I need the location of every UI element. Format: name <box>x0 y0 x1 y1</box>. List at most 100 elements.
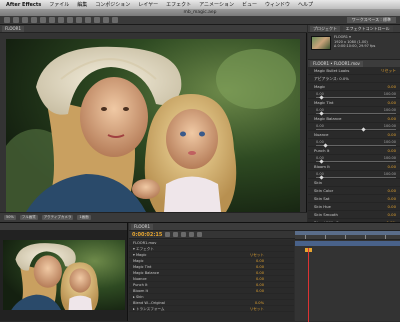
menu-edit[interactable]: 編集 <box>73 1 91 8</box>
selection-tool-icon[interactable] <box>4 17 10 23</box>
pan-behind-tool-icon[interactable] <box>49 17 55 23</box>
hand-tool-icon[interactable] <box>13 17 19 23</box>
menu-layer[interactable]: レイヤー <box>134 1 162 8</box>
fx-param-value[interactable] <box>396 75 400 82</box>
graph-editor-icon[interactable] <box>197 232 203 237</box>
workspace-select[interactable]: ワークスペース : 標準 <box>346 17 396 23</box>
fx-param-row[interactable]: Magic Balance 0.00 <box>308 115 400 123</box>
fx-param-value[interactable]: 0.00 <box>388 131 400 138</box>
tab-timeline-floor1[interactable]: FLOOR1 <box>131 224 154 230</box>
slider-track[interactable] <box>316 145 396 146</box>
eraser-tool-icon[interactable] <box>103 17 109 23</box>
timeline-row-value[interactable] <box>264 246 294 251</box>
puppet-tool-icon[interactable] <box>112 17 118 23</box>
timeline-row-value[interactable]: 0.00 <box>256 282 294 287</box>
time-ruler[interactable] <box>295 231 400 240</box>
slider-track[interactable] <box>316 129 396 130</box>
timeline-row[interactable]: ▸ トランスフォーム リセット <box>129 306 294 312</box>
slider-track[interactable] <box>316 177 396 178</box>
menu-view[interactable]: ビュー <box>238 1 261 8</box>
fx-param-row[interactable]: Nuance 0.00 <box>308 131 400 139</box>
comp-viewer[interactable] <box>6 39 300 212</box>
slider-track[interactable] <box>316 161 396 162</box>
draft-3d-icon[interactable] <box>181 232 187 237</box>
preview-thumbnail <box>3 240 125 310</box>
timeline-row-name: Magic <box>133 259 144 263</box>
fx-param-row[interactable]: Bloom It 0.00 <box>308 163 400 171</box>
menu-effect[interactable]: エフェクト <box>162 1 195 8</box>
comp-footer: 50% フル画質 アクティブカメラ 1画面 <box>0 212 307 222</box>
fx-param-value[interactable]: 0.00 <box>388 211 400 218</box>
comp-panel-header: FLOOR1 <box>0 25 307 33</box>
resolution-select[interactable]: フル画質 <box>19 215 38 220</box>
fx-slider-row: 0.00 100.00 <box>308 91 400 100</box>
fx-param-row[interactable]: Punch It 0.00 <box>308 147 400 155</box>
preview-image <box>3 240 125 310</box>
timeline-track-area[interactable] <box>295 240 400 321</box>
fx-param-value[interactable] <box>396 179 400 186</box>
timeline-row-value[interactable]: 0.00 <box>256 270 294 275</box>
search-icon[interactable] <box>165 232 171 237</box>
timeline-row-value[interactable] <box>264 294 294 299</box>
pen-tool-icon[interactable] <box>67 17 73 23</box>
timeline-row-value[interactable]: 0.00 <box>256 288 294 293</box>
fx-param-value[interactable]: 0.00 <box>388 195 400 202</box>
fx-param-row[interactable]: Skin <box>308 179 400 187</box>
stamp-tool-icon[interactable] <box>94 17 100 23</box>
magnification-select[interactable]: 50% <box>4 215 16 220</box>
slider-max-label: 100.00 <box>383 92 396 96</box>
fx-param-value[interactable]: 0.00 <box>388 99 400 106</box>
tab-comp-floor1[interactable]: FLOOR1 <box>2 26 25 32</box>
fx-param-value[interactable]: 0.00 <box>388 187 400 194</box>
layer-duration-bar[interactable] <box>295 241 400 246</box>
timeline-row-value[interactable]: 0.00 <box>256 264 294 269</box>
current-time-indicator[interactable] <box>307 248 309 322</box>
fx-param-row[interactable]: Magic Tint 0.00 <box>308 99 400 107</box>
timeline-row-value[interactable]: 0.00 <box>256 258 294 263</box>
fx-param-label: Nuance <box>314 132 329 137</box>
timeline-row-name: ▸ Skin <box>133 295 144 299</box>
fx-param-label: Skin Hue <box>314 204 331 209</box>
view-layout-select[interactable]: 1画面 <box>77 215 91 220</box>
motion-blur-icon[interactable] <box>189 232 195 237</box>
fx-param-row[interactable]: Skin Sat 0.00 <box>308 195 400 203</box>
zoom-tool-icon[interactable] <box>22 17 28 23</box>
tab-project[interactable]: プロジェクト <box>310 26 340 32</box>
shape-tool-icon[interactable] <box>58 17 64 23</box>
timeline-row-value[interactable] <box>264 240 294 245</box>
brush-tool-icon[interactable] <box>85 17 91 23</box>
menu-composition[interactable]: コンポジション <box>91 1 134 8</box>
comp-flowchart-icon[interactable] <box>173 232 179 237</box>
tab-effect-controls[interactable]: エフェクトコントロール <box>342 26 393 32</box>
menu-animation[interactable]: アニメーション <box>195 1 238 8</box>
slider-track[interactable] <box>316 113 396 114</box>
menu-file[interactable]: ファイル <box>45 1 73 8</box>
timeline-row-name: Magic Balance <box>133 271 160 275</box>
fx-param-value[interactable]: 0.00 <box>388 203 400 210</box>
camera-tool-icon[interactable] <box>40 17 46 23</box>
fx-param-value[interactable]: 0.00 <box>388 163 400 170</box>
fx-param-value[interactable]: 0.00 <box>388 147 400 154</box>
timeline-row-value[interactable]: 0.00 <box>256 276 294 281</box>
timeline-row-value[interactable]: リセット <box>250 252 294 257</box>
menu-window[interactable]: ウィンドウ <box>261 1 294 8</box>
fx-param-row[interactable]: Magic 0.00 <box>308 83 400 91</box>
fx-param-row[interactable]: Magic Bullet Looks リセット <box>308 67 400 75</box>
menu-help[interactable]: ヘルプ <box>294 1 317 8</box>
fx-param-row[interactable]: アピアランス: 0.0% <box>308 75 400 83</box>
current-timecode[interactable]: 0:00:02:15 <box>132 232 162 238</box>
timeline-row-value[interactable]: リセット <box>250 306 294 311</box>
fx-param-value[interactable]: リセット <box>381 67 400 74</box>
fx-param-row[interactable]: Skin Hue 0.00 <box>308 203 400 211</box>
fx-param-value[interactable]: 0.00 <box>388 83 400 90</box>
slider-track[interactable] <box>316 97 396 98</box>
timeline-row-value[interactable]: 0.0% <box>255 300 294 305</box>
app-menu[interactable]: After Effects <box>0 2 45 8</box>
fx-param-label: Bloom It <box>314 164 330 169</box>
rotate-tool-icon[interactable] <box>31 17 37 23</box>
text-tool-icon[interactable] <box>76 17 82 23</box>
fx-param-row[interactable]: Skin Smooth 0.00 <box>308 211 400 219</box>
fx-param-row[interactable]: Skin Color 0.00 <box>308 187 400 195</box>
fx-param-value[interactable]: 0.00 <box>388 115 400 122</box>
camera-select[interactable]: アクティブカメラ <box>41 215 74 220</box>
